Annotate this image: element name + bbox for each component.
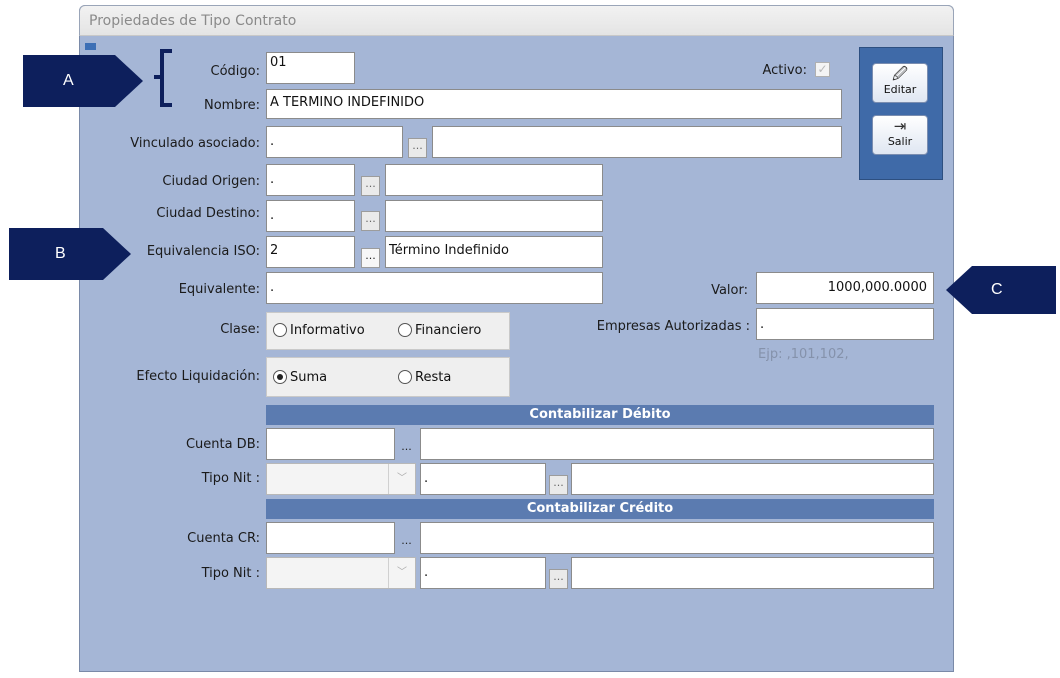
cuenta-db-label: Cuenta DB: <box>185 437 260 452</box>
empresas-label: Empresas Autorizadas : <box>596 319 750 334</box>
efecto-suma-radio[interactable]: Suma <box>273 370 327 385</box>
title-bar: Propiedades de Tipo Contrato <box>79 5 954 36</box>
salir-button[interactable]: ⇥ Salir <box>872 115 928 155</box>
cuenta-db-code-input[interactable] <box>266 428 395 460</box>
cuenta-cr-desc-input[interactable] <box>420 522 934 554</box>
ciudad-origen-desc-input[interactable] <box>385 164 603 196</box>
edit-icon: 🖉 <box>892 65 908 83</box>
vinculado-lookup-button[interactable]: ... <box>408 138 427 158</box>
tipo-nit-cr-lookup-button[interactable]: ... <box>549 569 568 589</box>
activo-label: Activo: <box>762 63 807 78</box>
salir-button-label: Salir <box>887 135 913 148</box>
chevron-down-icon: ﹀ <box>388 558 415 588</box>
clase-informativo-label: Informativo <box>290 323 365 338</box>
equivalencia-iso-label: Equivalencia ISO: <box>146 244 260 259</box>
editar-button[interactable]: 🖉 Editar <box>872 63 928 103</box>
action-panel: 🖉 Editar ⇥ Salir <box>859 47 943 180</box>
ciudad-destino-code-input[interactable]: . <box>266 200 355 232</box>
ciudad-origen-code-input[interactable]: . <box>266 164 355 196</box>
ciudad-destino-desc-input[interactable] <box>385 200 603 232</box>
tipo-nit-db-label: Tipo Nit : <box>201 471 260 486</box>
efecto-resta-label: Resta <box>415 370 452 385</box>
tipo-nit-cr-code-input[interactable]: . <box>420 557 546 589</box>
vinculado-code-input[interactable]: . <box>266 126 403 158</box>
equivalencia-iso-lookup-button[interactable]: ... <box>361 248 380 268</box>
clase-informativo-radio[interactable]: Informativo <box>273 323 365 338</box>
vinculado-desc-input[interactable] <box>432 126 842 158</box>
efecto-label: Efecto Liquidación: <box>136 369 260 384</box>
callout-c-label: C <box>991 281 1003 298</box>
debito-section-header: Contabilizar Débito <box>266 405 934 425</box>
chevron-down-icon: ﹀ <box>388 464 415 494</box>
vinculado-label: Vinculado asociado: <box>130 136 260 151</box>
window-title: Propiedades de Tipo Contrato <box>89 13 297 29</box>
valor-input[interactable]: 1000,000.0000 <box>756 272 934 304</box>
credito-section-header: Contabilizar Crédito <box>266 499 934 519</box>
tipo-nit-db-code-input[interactable]: . <box>420 463 546 495</box>
equivalencia-iso-desc-input[interactable]: Término Indefinido <box>385 236 603 268</box>
nombre-input[interactable]: A TERMINO INDEFINIDO <box>266 89 842 119</box>
valor-label: Valor: <box>711 283 748 298</box>
efecto-resta-radio[interactable]: Resta <box>398 370 451 385</box>
equivalencia-iso-code-input[interactable]: 2 <box>266 236 355 268</box>
tipo-nit-db-desc-input[interactable] <box>571 463 934 495</box>
codigo-input[interactable]: 01 <box>266 52 355 84</box>
cuenta-cr-label: Cuenta CR: <box>187 531 260 546</box>
tipo-nit-cr-label: Tipo Nit : <box>201 566 260 581</box>
ciudad-origen-label: Ciudad Origen: <box>162 174 260 189</box>
callout-a <box>23 55 143 107</box>
ciudad-destino-lookup-button[interactable]: ... <box>361 211 380 231</box>
activo-checkbox[interactable]: ✓ <box>815 62 830 77</box>
editar-button-label: Editar <box>883 83 917 96</box>
ciudad-destino-label: Ciudad Destino: <box>156 206 260 221</box>
nombre-label: Nombre: <box>203 98 260 113</box>
tipo-nit-db-select[interactable]: ﹀ <box>266 463 416 495</box>
cuenta-cr-code-input[interactable] <box>266 522 395 554</box>
empresas-input[interactable]: . <box>756 308 934 340</box>
codigo-label: Código: <box>210 64 260 79</box>
efecto-suma-label: Suma <box>290 370 328 385</box>
callout-a-label: A <box>63 72 74 89</box>
equivalente-input[interactable]: . <box>266 272 603 304</box>
empresas-hint: Ejp: ,101,102, <box>758 347 849 362</box>
exit-icon: ⇥ <box>893 117 907 135</box>
tipo-nit-cr-desc-input[interactable] <box>571 557 934 589</box>
tipo-nit-db-lookup-button[interactable]: ... <box>549 475 568 495</box>
tipo-nit-cr-select[interactable]: ﹀ <box>266 557 416 589</box>
cuenta-db-desc-input[interactable] <box>420 428 934 460</box>
clase-label: Clase: <box>220 322 260 337</box>
clase-financiero-label: Financiero <box>415 323 482 338</box>
equivalente-label: Equivalente: <box>178 282 260 297</box>
system-menu-icon[interactable] <box>85 43 96 50</box>
callout-a-shape <box>23 55 143 107</box>
callout-b-label: B <box>55 245 66 262</box>
cuenta-db-lookup-button[interactable]: ... <box>397 440 416 460</box>
cuenta-cr-lookup-button[interactable]: ... <box>397 534 416 554</box>
clase-financiero-radio[interactable]: Financiero <box>398 323 481 338</box>
ciudad-origen-lookup-button[interactable]: ... <box>361 176 380 196</box>
